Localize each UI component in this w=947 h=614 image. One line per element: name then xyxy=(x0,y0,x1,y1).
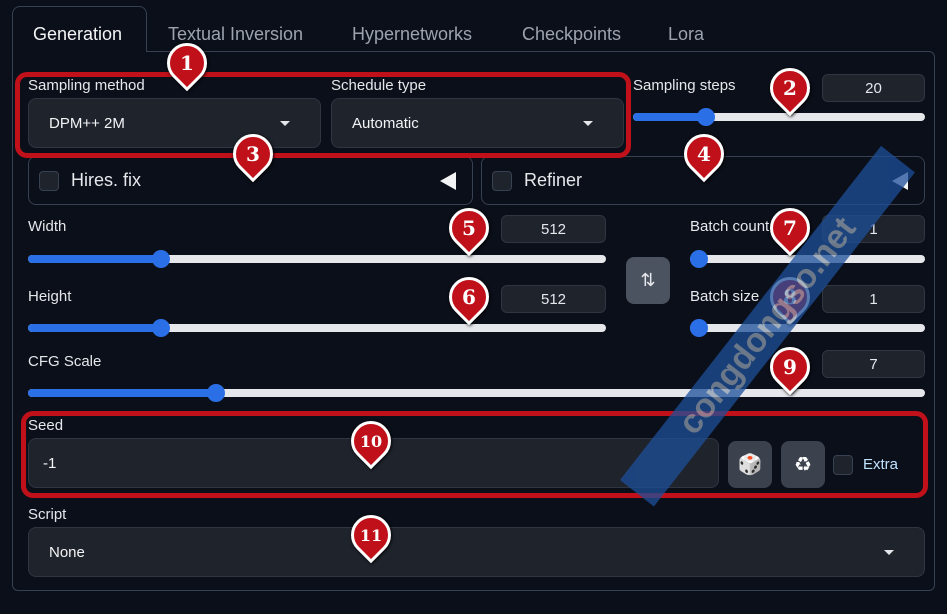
annotation-box-sampler xyxy=(15,72,631,158)
slider-thumb[interactable] xyxy=(151,250,170,268)
slider-thumb[interactable] xyxy=(690,319,708,337)
slider-thumb[interactable] xyxy=(151,319,170,337)
refiner-label: Refiner xyxy=(524,170,583,190)
chevron-down-icon xyxy=(884,550,894,555)
tab-hypernetworks[interactable]: Hypernetworks xyxy=(352,24,472,45)
slider-thumb[interactable] xyxy=(690,250,708,268)
script-label: Script xyxy=(28,506,67,523)
swap-dimensions-button[interactable]: ⇅ xyxy=(626,257,670,304)
batch-size-input[interactable]: 1 xyxy=(822,285,925,313)
tab-lora[interactable]: Lora xyxy=(668,24,704,45)
sampling-steps-input[interactable]: 20 xyxy=(822,74,925,102)
height-slider[interactable] xyxy=(28,319,606,337)
hires-fix-label: Hires. fix xyxy=(71,170,142,190)
batch-size-slider[interactable] xyxy=(690,319,925,337)
refiner-checkbox[interactable] xyxy=(492,170,512,191)
batch-count-label: Batch count xyxy=(690,218,770,235)
cfg-scale-input[interactable]: 7 xyxy=(822,350,925,378)
sampling-steps-slider[interactable] xyxy=(633,108,925,126)
tab-checkpoints[interactable]: Checkpoints xyxy=(522,24,621,45)
collapse-triangle-icon[interactable] xyxy=(440,171,456,190)
width-input[interactable]: 512 xyxy=(501,215,606,243)
height-label: Height xyxy=(28,288,72,305)
batch-size-label: Batch size xyxy=(690,288,760,305)
annotation-box-seed xyxy=(21,411,928,498)
sampling-steps-label: Sampling steps xyxy=(633,77,736,94)
slider-fill xyxy=(633,113,706,121)
height-input[interactable]: 512 xyxy=(501,285,606,313)
hires-fix-checkbox[interactable] xyxy=(39,170,59,191)
cfg-scale-label: CFG Scale xyxy=(28,353,102,370)
slider-fill xyxy=(28,255,161,263)
script-dropdown[interactable]: None xyxy=(28,527,925,577)
slider-thumb[interactable] xyxy=(697,108,715,126)
width-slider[interactable] xyxy=(28,250,606,268)
slider-fill xyxy=(28,324,161,332)
script-value: None xyxy=(49,543,85,561)
width-label: Width xyxy=(28,218,67,235)
swap-vertical-icon: ⇅ xyxy=(640,270,656,290)
tab-generation[interactable]: Generation xyxy=(33,24,122,45)
slider-fill xyxy=(28,389,217,397)
